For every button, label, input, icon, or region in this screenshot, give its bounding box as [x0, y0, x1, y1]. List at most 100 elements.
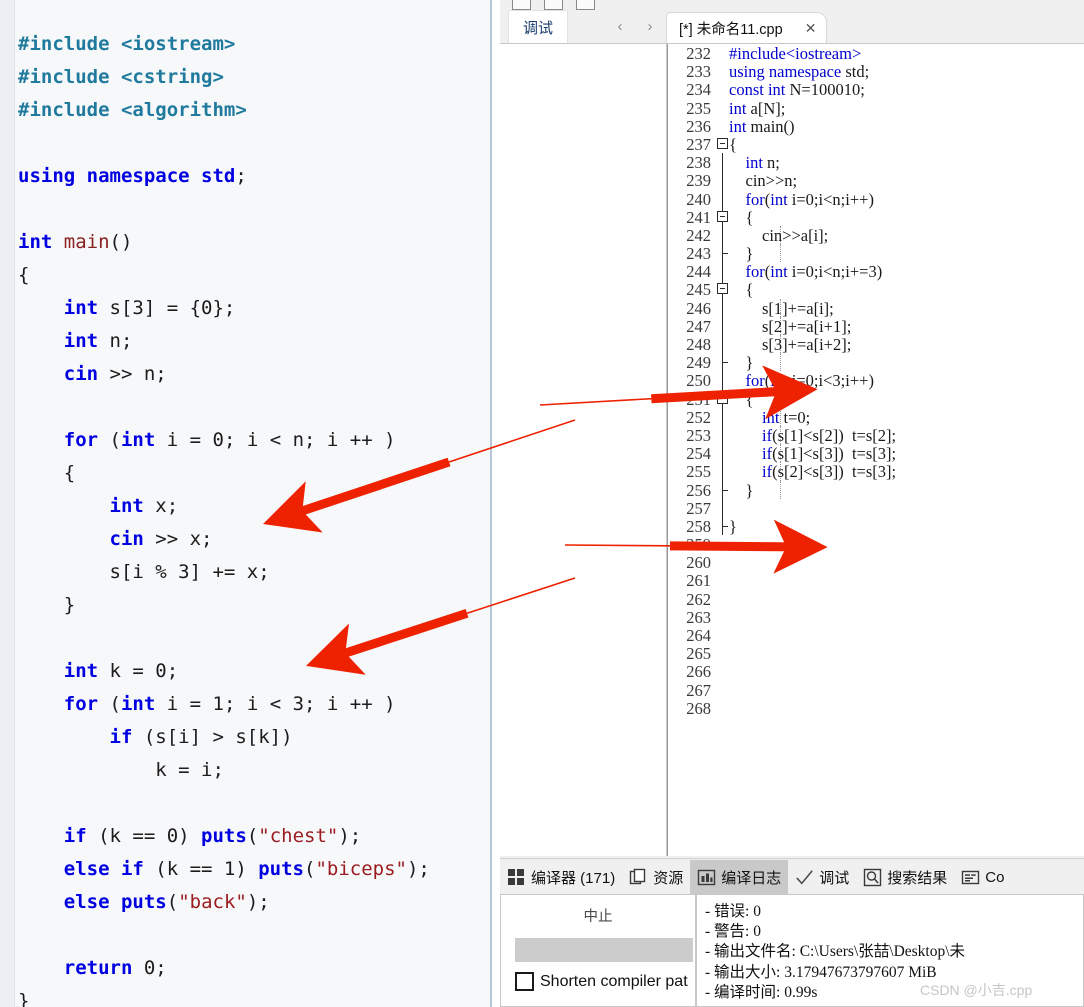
editor-line[interactable]: 232 #include<iostream> [667, 44, 1084, 63]
bottom-tab-label: 搜索结果 [887, 869, 948, 887]
code-token: int [109, 495, 144, 517]
bottom-tab-grid-squares-icon[interactable]: 编译器 (171) [500, 860, 622, 894]
tab-debug-panel[interactable]: 调试 [508, 10, 568, 43]
ide-tab-strip[interactable]: 调试 ‹ › [*] 未命名11.cpp ✕ [500, 10, 1084, 43]
fold-guide-line [722, 335, 723, 354]
editor-line-list[interactable]: 232 #include<iostream> 233 using namespace … [667, 44, 1084, 718]
editor-line[interactable]: 257 [667, 498, 1084, 519]
editor-line[interactable]: 235 int a[N]; [667, 98, 1084, 118]
code-token: k = i; [18, 759, 224, 781]
abort-label[interactable]: 中止 [501, 905, 695, 926]
code-token: else if [63, 858, 144, 880]
editor-line[interactable]: 254 if(s[1]<s[3]) t=s[3]; [667, 444, 1084, 464]
code-token: for [729, 371, 765, 391]
editor-line[interactable]: 265 [667, 644, 1084, 663]
editor-line[interactable]: 261 [667, 571, 1084, 590]
editor-line[interactable]: 251 { [667, 389, 1084, 410]
editor-line[interactable]: 246 s[1]+=a[i]; [667, 298, 1084, 318]
editor-line[interactable]: 268 [667, 699, 1084, 718]
editor-line-source: if(s[1]<s[3]) t=s[3]; [729, 444, 896, 464]
code-token: #include [729, 44, 786, 63]
fold-collapse-icon[interactable] [717, 392, 728, 404]
editor-line[interactable]: 236 int main() [667, 117, 1084, 137]
code-token: cin [109, 528, 144, 550]
editor-line[interactable]: 241 { [667, 207, 1084, 227]
line-number: 246 [686, 298, 711, 318]
fold-collapse-icon[interactable] [717, 137, 728, 149]
open-file-icon[interactable] [544, 0, 563, 10]
bottom-tab-bar-chart-icon[interactable]: 编译日志 [690, 860, 789, 894]
editor-line[interactable]: 249 } [667, 353, 1084, 373]
code-token: (s[i] > s[k]) [132, 726, 293, 748]
editor-line-source: for(int i=0;i<3;i++) [729, 371, 874, 391]
editor-line[interactable]: 256 } [667, 480, 1084, 500]
new-file-icon[interactable] [512, 0, 531, 10]
tab-file-unnamed11[interactable]: [*] 未命名11.cpp ✕ [666, 12, 828, 43]
left-code-panel[interactable]: #include <iostream> #include <cstring> #in… [0, 0, 492, 1007]
editor-line[interactable]: 255 if(s[2]<s[3]) t=s[3]; [667, 462, 1084, 481]
bottom-tab-lines-box-icon[interactable]: Co [954, 860, 1011, 894]
ide-window[interactable]: 调试 ‹ › [*] 未命名11.cpp ✕ 232 #include<iostr… [500, 0, 1084, 1007]
compile-progress-pane[interactable]: 中止 Shorten compiler pat [500, 894, 696, 1007]
editor-line[interactable]: 259 [667, 535, 1084, 554]
editor-line[interactable]: 264 [667, 626, 1084, 645]
left-code-line: cin >> n; [18, 358, 430, 391]
code-token: ( [304, 858, 316, 880]
editor-line[interactable]: 258} [667, 516, 1084, 536]
bottom-tab-copy-pages-icon[interactable]: 资源 [622, 860, 690, 894]
editor-line[interactable]: 266 [667, 662, 1084, 681]
fold-guide-line [722, 444, 723, 463]
code-editor[interactable]: 232 #include<iostream> 233 using namespace … [666, 43, 1084, 856]
editor-line[interactable]: 244 for(int i=0;i<n;i+=3) [667, 262, 1084, 282]
code-token: (k == 0) [86, 825, 202, 847]
editor-line-source: int main() [729, 117, 795, 137]
editor-line-source: s[2]+=a[i+1]; [729, 317, 851, 337]
editor-line[interactable]: 239 cin>>n; [667, 171, 1084, 190]
code-token: #include [18, 99, 121, 121]
editor-line[interactable]: 243 } [667, 244, 1084, 263]
editor-line[interactable]: 233 using namespace std; [667, 62, 1084, 81]
editor-line[interactable]: 263 [667, 607, 1084, 627]
close-icon[interactable]: ✕ [805, 20, 817, 37]
editor-line[interactable]: 260 [667, 553, 1084, 572]
editor-line[interactable]: 262 [667, 590, 1084, 609]
code-token: { [18, 462, 76, 484]
fold-guide-line [722, 407, 723, 426]
code-token: int [770, 262, 788, 282]
editor-line[interactable]: 248 s[3]+=a[i+2]; [667, 335, 1084, 354]
editor-line[interactable]: 252 int t=0; [667, 407, 1084, 427]
editor-line[interactable]: 238 int n; [667, 153, 1084, 172]
editor-line-source [729, 499, 733, 519]
editor-line[interactable]: 247 s[2]+=a[i+1]; [667, 316, 1084, 337]
editor-line[interactable]: 267 [667, 681, 1084, 700]
ide-bottom-tabs[interactable]: 编译器 (171) 资源 编译日志 调试 搜索结果 Co [500, 858, 1084, 895]
editor-line[interactable]: 237 { [667, 135, 1084, 154]
bottom-tab-label: 资源 [653, 869, 684, 887]
code-token: } [729, 353, 754, 373]
line-number: 263 [686, 607, 711, 627]
editor-line-source: { [729, 390, 754, 410]
chevron-right-icon[interactable]: › [640, 15, 660, 37]
fold-collapse-icon[interactable] [717, 210, 728, 222]
code-token: using namespace std [18, 165, 236, 187]
save-file-icon[interactable] [576, 0, 595, 10]
editor-line[interactable]: 250 for(int i=0;i<3;i++) [667, 371, 1084, 391]
line-number: 252 [686, 407, 711, 427]
left-code-text[interactable]: #include <iostream> #include <cstring> #in… [18, 28, 430, 1007]
editor-line[interactable]: 234 const int N=100010; [667, 80, 1084, 99]
bottom-tab-magnifier-box-icon[interactable]: 搜索结果 [856, 860, 954, 894]
left-code-line [18, 391, 430, 424]
shorten-compiler-paths-row[interactable]: Shorten compiler pat [515, 972, 688, 991]
editor-line[interactable]: 245 { [667, 280, 1084, 299]
fold-collapse-icon[interactable] [717, 283, 728, 295]
code-token: a[N]; [746, 98, 786, 118]
shorten-compiler-paths-checkbox[interactable] [515, 972, 534, 991]
editor-line[interactable]: 242 cin>>a[i]; [667, 225, 1084, 245]
left-code-line: #include <iostream> [18, 28, 430, 61]
bottom-tab-check-icon[interactable]: 调试 [788, 860, 856, 894]
editor-line[interactable]: 240 for(int i=0;i<n;i++) [667, 189, 1084, 209]
editor-line[interactable]: 253 if(s[1]<s[2]) t=s[2]; [667, 425, 1084, 445]
chevron-left-icon[interactable]: ‹ [610, 15, 630, 37]
